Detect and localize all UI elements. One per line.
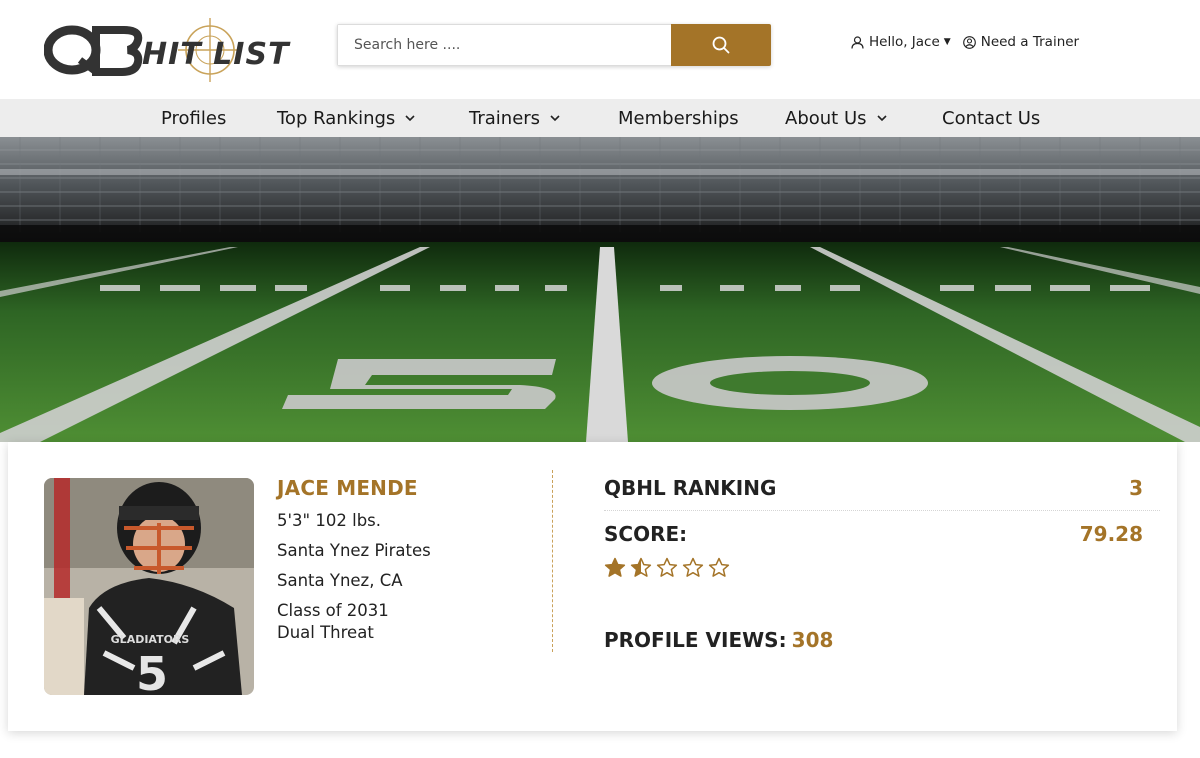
chevron-down-icon [405, 114, 415, 121]
nav-item-memberships[interactable]: Memberships [618, 99, 739, 137]
views-value: 308 [791, 628, 834, 652]
player-stats: QBHL RANKING 3 SCORE: 79.28 PROFILE VIEW… [604, 474, 1160, 652]
star-rating [604, 557, 1160, 578]
player-name: JACE MENDE [277, 476, 418, 500]
player-info: JACE MENDE 5'3" 102 lbs. Santa Ynez Pira… [277, 476, 431, 642]
search-icon [712, 36, 730, 54]
need-trainer-link[interactable]: Need a Trainer [962, 34, 1080, 50]
nav-item-contact-us[interactable]: Contact Us [942, 99, 1040, 137]
need-trainer-label: Need a Trainer [980, 34, 1080, 50]
player-class: Class of 2031 [277, 601, 389, 620]
nav-item-profiles[interactable]: Profiles [161, 99, 226, 137]
nav-item-trainers[interactable]: Trainers [469, 99, 560, 137]
search-bar [337, 24, 771, 66]
user-circle-icon [962, 35, 976, 49]
nav-item-label: Memberships [618, 107, 739, 129]
star-half-icon [630, 557, 652, 577]
nav-item-label: Top Rankings [277, 107, 396, 129]
user-greeting: Hello, Jace [869, 34, 940, 50]
user-links: Hello, Jace ▼ Need a Trainer [851, 34, 1079, 50]
card-divider [552, 470, 553, 652]
score-row: SCORE: 79.28 [604, 521, 1160, 547]
qbhitlist-logo[interactable]: HIT LIST [43, 16, 294, 84]
user-menu[interactable]: Hello, Jace ▼ [851, 34, 951, 50]
nav-item-top-rankings[interactable]: Top Rankings [277, 99, 415, 137]
ranking-row: QBHL RANKING 3 [604, 474, 1160, 502]
jersey-number: 5 [136, 647, 168, 695]
nav-item-label: About Us [785, 107, 867, 129]
ranking-separator [604, 510, 1160, 511]
nav-item-label: Profiles [161, 107, 227, 129]
star-empty-icon [656, 557, 678, 577]
profile-card: GLADIATORS 5 JACE MENDE 5'3" 102 lbs. Sa… [8, 442, 1177, 731]
ranking-value: 3 [1129, 476, 1143, 500]
star-empty-icon [708, 557, 730, 577]
profile-views: PROFILE VIEWS: 308 [604, 628, 1160, 652]
player-type: Dual Threat [277, 623, 374, 642]
chevron-down-icon [876, 114, 887, 121]
search-button[interactable] [671, 24, 771, 66]
score-value: 79.28 [1079, 522, 1143, 546]
site-header: HIT LIST Hello, Jace ▼ Need [0, 0, 1200, 99]
player-photo: GLADIATORS 5 [44, 478, 254, 695]
caret-down-icon: ▼ [943, 37, 951, 47]
star-empty-icon [682, 557, 704, 577]
jersey-team-text: GLADIATORS [111, 633, 190, 646]
views-label: PROFILE VIEWS: [604, 628, 787, 652]
stadium-hero-image [0, 137, 1200, 442]
nav-item-label: Trainers [469, 107, 541, 129]
nav-item-about-us[interactable]: About Us [785, 99, 887, 137]
ranking-label: QBHL RANKING [604, 476, 777, 500]
player-team: Santa Ynez Pirates [277, 541, 431, 560]
search-input[interactable] [337, 24, 671, 66]
score-label: SCORE: [604, 522, 688, 546]
star-full-icon [604, 557, 626, 577]
player-location: Santa Ynez, CA [277, 571, 403, 590]
user-icon [851, 35, 864, 49]
svg-text:HIT LIST: HIT LIST [142, 37, 291, 72]
nav-item-label: Contact Us [942, 107, 1041, 129]
chevron-down-icon [550, 114, 560, 121]
main-nav: Profiles Top Rankings Trainers Membershi… [0, 99, 1200, 137]
player-height-weight: 5'3" 102 lbs. [277, 511, 382, 530]
